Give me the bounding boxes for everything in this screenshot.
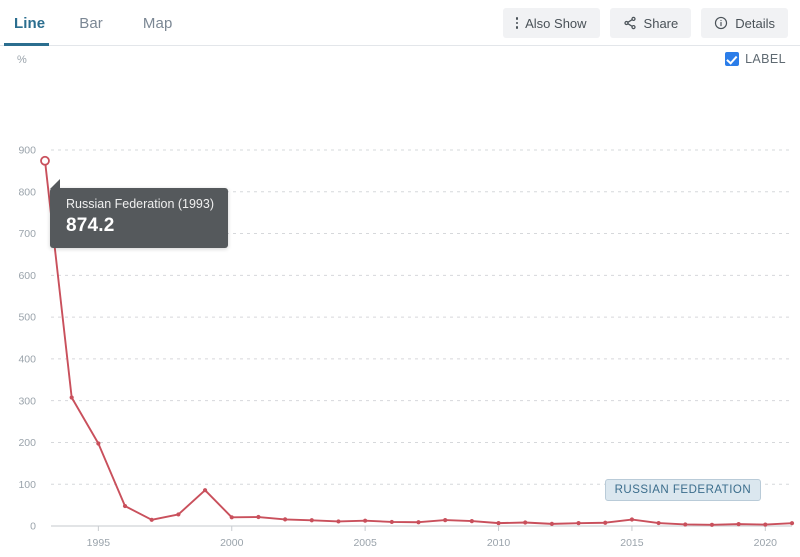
x-axis [51,525,792,531]
share-label: Share [643,15,679,31]
svg-text:900: 900 [18,145,36,157]
plot-area: 0 100 200 300 400 500 600 700 800 900 1995 2000 200… [0,86,800,556]
svg-text:400: 400 [18,353,36,365]
details-label: Details [735,15,775,31]
svg-text:2000: 2000 [220,537,244,549]
label-checkbox-text: LABEL [745,52,786,66]
series-legend-chip[interactable]: RUSSIAN FEDERATION [604,479,762,501]
svg-text:0: 0 [30,521,36,533]
svg-text:200: 200 [18,437,36,449]
tab-bar-label: Bar [79,14,103,32]
label-checkbox[interactable] [725,52,740,66]
svg-text:2020: 2020 [754,537,778,549]
top-toolbar: Line Bar Map Also Show Share Details [0,0,800,46]
tooltip-title: Russian Federation (1993) [66,196,214,211]
svg-text:700: 700 [18,228,36,240]
chart-application: Line Bar Map Also Show Share Details % L… [0,0,800,557]
tab-map[interactable]: Map [143,0,188,46]
tab-map-label: Map [142,14,173,32]
tab-bar[interactable]: Bar [79,0,119,46]
also-show-label: Also Show [525,15,587,31]
svg-text:500: 500 [18,312,36,324]
also-show-button[interactable]: Also Show [502,8,600,38]
svg-text:2005: 2005 [353,537,377,549]
svg-text:2010: 2010 [487,537,511,549]
info-circle-icon [714,16,728,30]
toolbar-actions: Also Show Share Details [502,8,788,38]
vertical-dots-icon [515,17,519,29]
tab-line-label: Line [14,14,46,32]
svg-text:100: 100 [18,479,36,491]
chart-header-row: % LABEL [0,46,800,86]
svg-text:300: 300 [18,395,36,407]
data-point-tooltip: Russian Federation (1993) 874.2 [50,178,228,248]
x-axis-tick-labels: 1995 2000 2005 2010 2015 2020 [87,537,777,549]
tab-line[interactable]: Line [3,0,55,46]
details-button[interactable]: Details [701,8,788,38]
label-toggle[interactable]: LABEL [725,52,786,66]
tooltip-notch [50,178,60,189]
svg-text:800: 800 [18,186,36,198]
svg-text:1995: 1995 [87,537,111,549]
chart-type-tabs: Line Bar Map [0,0,212,46]
tooltip-value: 874.2 [66,214,115,236]
share-button[interactable]: Share [609,8,692,38]
y-axis-unit: % [17,54,27,66]
svg-text:600: 600 [18,270,36,282]
share-icon [623,16,637,30]
svg-text:2015: 2015 [620,537,644,549]
y-axis-tick-labels: 0 100 200 300 400 500 600 700 800 900 [18,145,36,533]
